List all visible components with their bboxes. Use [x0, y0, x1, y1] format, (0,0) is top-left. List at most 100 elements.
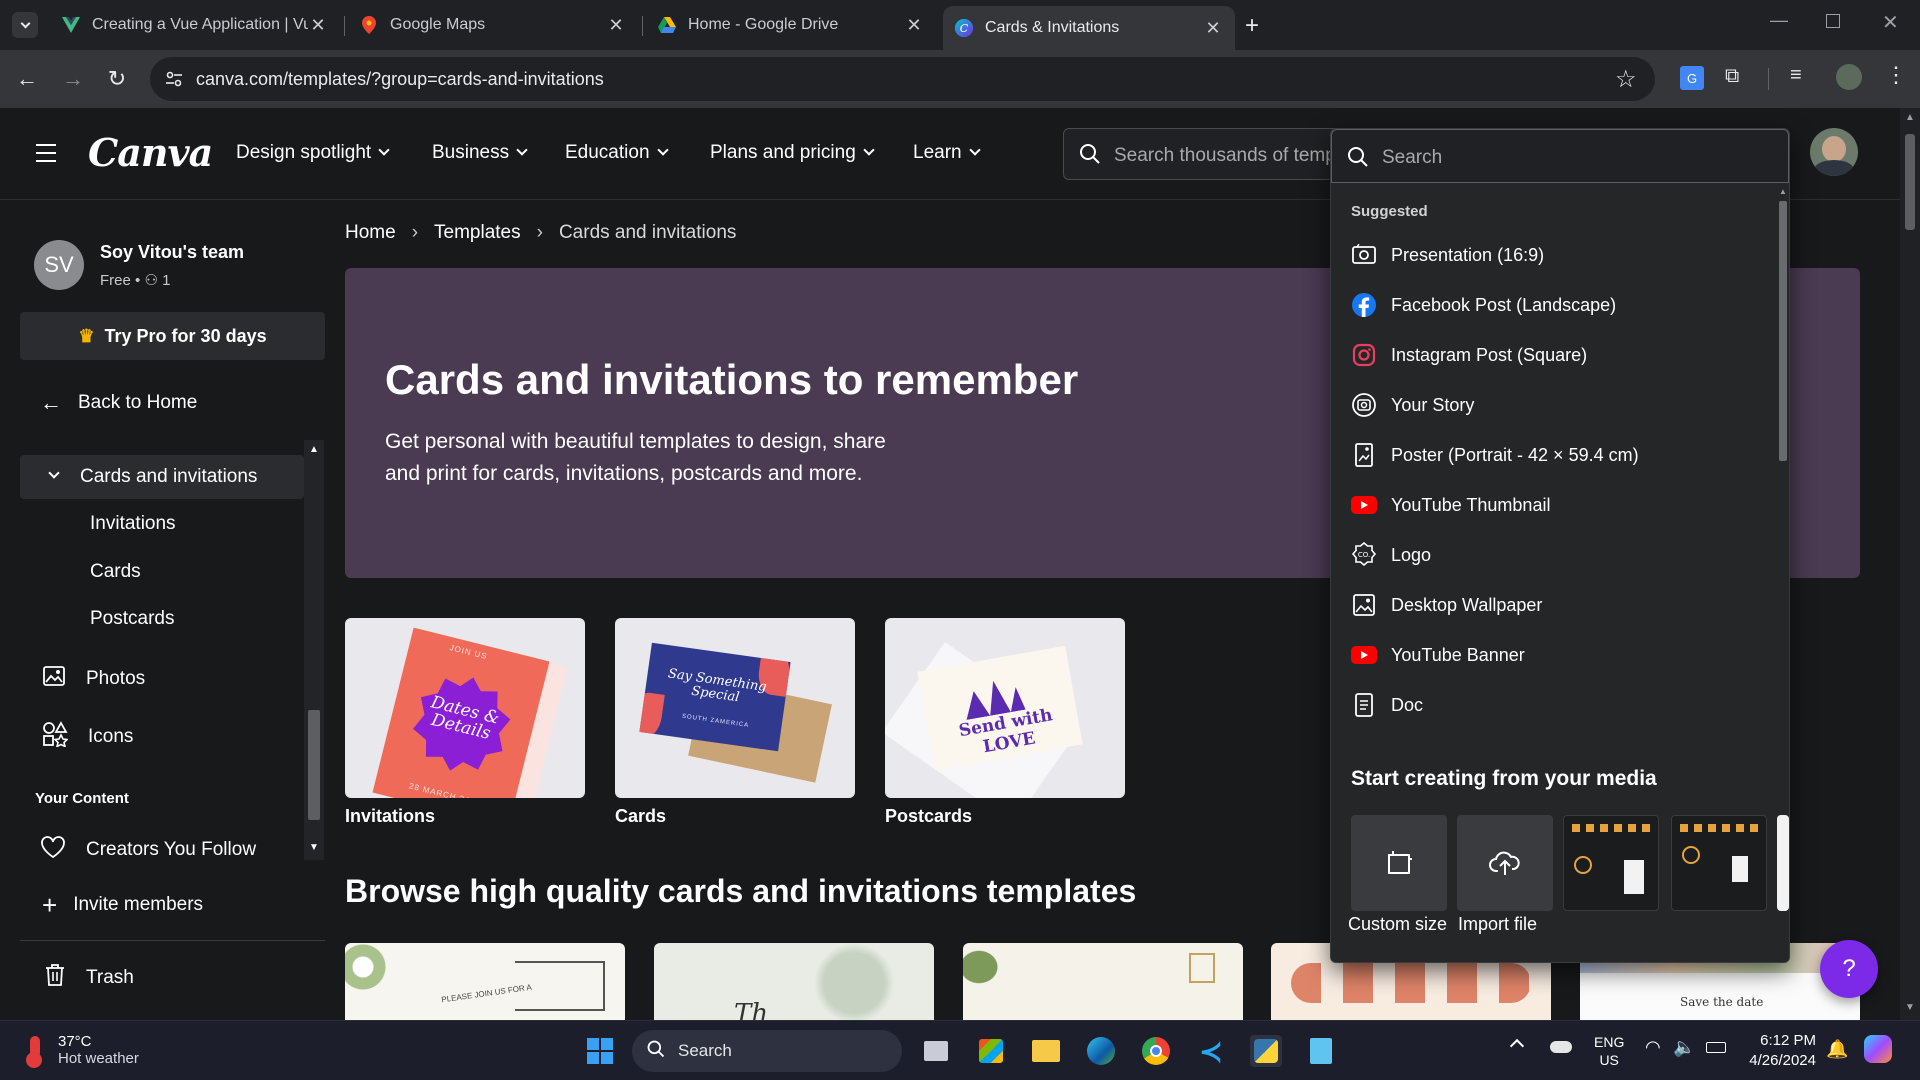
- store-icon[interactable]: [975, 1035, 1007, 1067]
- close-icon[interactable]: ✕: [904, 15, 924, 36]
- sidebar-item-icons[interactable]: Icons: [42, 721, 133, 753]
- browser-tab-canva[interactable]: C Cards & Invitations ✕: [943, 6, 1235, 50]
- taskbar-search[interactable]: Search: [632, 1030, 902, 1072]
- sidebar-item-postcards[interactable]: Postcards: [90, 608, 174, 630]
- dropdown-search-input[interactable]: Search: [1331, 129, 1789, 183]
- tab-search-button[interactable]: [12, 12, 38, 38]
- team-avatar[interactable]: SV: [34, 240, 84, 290]
- scrollbar-thumb[interactable]: [1905, 134, 1915, 230]
- invite-members-button[interactable]: + Invite members: [42, 892, 203, 918]
- scrollbar-thumb[interactable]: [308, 710, 320, 820]
- python-app-icon[interactable]: [1250, 1035, 1282, 1067]
- help-button[interactable]: ?: [1820, 940, 1878, 998]
- task-view-icon[interactable]: [920, 1035, 952, 1067]
- edge-icon[interactable]: [1085, 1035, 1117, 1067]
- site-info-icon[interactable]: [164, 69, 184, 89]
- forward-button[interactable]: →: [58, 64, 88, 94]
- language-indicator[interactable]: ENG US: [1594, 1033, 1624, 1069]
- weather-widget[interactable]: 37°C Hot weather: [24, 1033, 139, 1068]
- address-bar[interactable]: canva.com/templates/?group=cards-and-inv…: [150, 57, 1655, 101]
- suggestion-youtube-banner[interactable]: YouTube Banner: [1351, 637, 1525, 673]
- translate-icon[interactable]: G: [1680, 66, 1704, 90]
- scrollbar-thumb[interactable]: [1779, 201, 1787, 461]
- category-label-invitations[interactable]: Invitations: [345, 806, 435, 827]
- scroll-down-arrow[interactable]: ▼: [1905, 1002, 1915, 1013]
- onedrive-icon[interactable]: [1550, 1041, 1572, 1053]
- custom-size-button[interactable]: [1351, 815, 1447, 911]
- media-control-icon[interactable]: ≡: [1790, 64, 1802, 87]
- suggestion-logo[interactable]: CO. Logo: [1351, 537, 1431, 573]
- nav-business[interactable]: Business: [432, 142, 528, 164]
- notepad-icon[interactable]: [1305, 1035, 1337, 1067]
- suggestion-facebook-post[interactable]: Facebook Post (Landscape): [1351, 287, 1616, 323]
- template-search-input[interactable]: Search thousands of templates: [1063, 128, 1353, 180]
- close-icon[interactable]: ✕: [1203, 18, 1223, 39]
- back-to-home-link[interactable]: ← Back to Home: [40, 390, 197, 416]
- close-icon[interactable]: ✕: [308, 15, 328, 36]
- vscode-icon[interactable]: ≺: [1195, 1035, 1227, 1067]
- breadcrumb-templates[interactable]: Templates: [434, 222, 521, 244]
- category-card-cards[interactable]: Say Something Special SOUTH ZAMERICA: [615, 618, 855, 798]
- wifi-icon[interactable]: ◠: [1645, 1037, 1661, 1058]
- minimize-button[interactable]: —: [1770, 10, 1788, 31]
- sidebar-scroll-track[interactable]: ▲ ▼: [304, 440, 324, 860]
- browser-tab-maps[interactable]: Google Maps ✕: [348, 8, 638, 42]
- close-icon[interactable]: ✕: [606, 15, 626, 36]
- suggestion-presentation[interactable]: Presentation (16:9): [1351, 237, 1544, 273]
- reload-button[interactable]: ↻: [102, 64, 132, 94]
- battery-icon[interactable]: [1706, 1042, 1726, 1053]
- suggestion-your-story[interactable]: Your Story: [1351, 387, 1474, 423]
- media-thumbnail[interactable]: [1777, 815, 1789, 911]
- scroll-up-arrow[interactable]: ▲: [1779, 187, 1787, 196]
- media-thumbnail[interactable]: [1671, 815, 1767, 911]
- template-thumbnail[interactable]: PLEASE JOIN US FOR A: [345, 943, 625, 1023]
- sidebar-item-trash[interactable]: Trash: [44, 963, 134, 993]
- sidebar-item-photos[interactable]: Photos: [42, 664, 145, 694]
- category-label-postcards[interactable]: Postcards: [885, 806, 972, 827]
- dropdown-scrollbar[interactable]: ▲: [1777, 187, 1789, 727]
- suggestion-youtube-thumbnail[interactable]: YouTube Thumbnail: [1351, 487, 1550, 523]
- team-name[interactable]: Soy Vitou's team: [100, 242, 244, 263]
- new-tab-button[interactable]: +: [1245, 12, 1259, 40]
- back-button[interactable]: ←: [12, 64, 42, 94]
- file-explorer-icon[interactable]: [1030, 1035, 1062, 1067]
- notification-bell-icon[interactable]: 🔔: [1826, 1039, 1848, 1060]
- try-pro-button[interactable]: ♛ Try Pro for 30 days: [20, 312, 325, 360]
- category-label-cards[interactable]: Cards: [615, 806, 666, 827]
- suggestion-instagram-post[interactable]: Instagram Post (Square): [1351, 337, 1587, 373]
- canva-logo[interactable]: Canva: [88, 130, 213, 175]
- scroll-up-arrow[interactable]: ▲: [309, 444, 319, 455]
- suggestion-desktop-wallpaper[interactable]: Desktop Wallpaper: [1351, 587, 1542, 623]
- profile-avatar-icon[interactable]: [1836, 64, 1862, 90]
- media-thumbnail[interactable]: [1563, 815, 1659, 911]
- restore-button[interactable]: [1826, 14, 1840, 28]
- scroll-up-arrow[interactable]: ▲: [1905, 112, 1915, 123]
- sidebar-item-invitations[interactable]: Invitations: [90, 513, 176, 535]
- close-window-button[interactable]: ✕: [1882, 10, 1899, 35]
- browser-tab-vue[interactable]: Creating a Vue Application | Vu ✕: [50, 8, 340, 42]
- chrome-icon[interactable]: [1140, 1035, 1172, 1067]
- clock[interactable]: 6:12 PM 4/26/2024: [1746, 1031, 1816, 1071]
- nav-plans-pricing[interactable]: Plans and pricing: [710, 142, 875, 164]
- category-card-invitations[interactable]: JOIN US Dates & Details 28 MARCH 24: [345, 618, 585, 798]
- page-scrollbar[interactable]: ▲ ▼: [1900, 108, 1920, 1020]
- suggestion-poster[interactable]: Poster (Portrait - 42 × 59.4 cm): [1351, 437, 1639, 473]
- browser-tab-drive[interactable]: Home - Google Drive ✕: [646, 8, 936, 42]
- scroll-down-arrow[interactable]: ▼: [309, 842, 319, 853]
- hamburger-menu-icon[interactable]: [36, 144, 56, 162]
- nav-design-spotlight[interactable]: Design spotlight: [236, 142, 390, 164]
- extensions-icon[interactable]: ⧉: [1725, 65, 1739, 88]
- sidebar-item-creators[interactable]: Creators You Follow: [40, 835, 256, 865]
- user-avatar[interactable]: [1810, 128, 1858, 176]
- bookmark-star-icon[interactable]: ☆: [1615, 65, 1637, 94]
- nav-learn[interactable]: Learn: [913, 142, 981, 164]
- browser-menu-icon[interactable]: ⋮: [1885, 62, 1907, 88]
- category-card-postcards[interactable]: Send with LOVE: [885, 618, 1125, 798]
- nav-education[interactable]: Education: [565, 142, 669, 164]
- sidebar-item-cards[interactable]: Cards: [90, 561, 141, 583]
- windows-start-icon[interactable]: [584, 1035, 616, 1067]
- copilot-icon[interactable]: [1864, 1035, 1892, 1063]
- suggestion-doc[interactable]: Doc: [1351, 687, 1423, 723]
- volume-icon[interactable]: 🔈: [1673, 1037, 1695, 1058]
- show-hidden-icons-chevron[interactable]: [1509, 1038, 1525, 1054]
